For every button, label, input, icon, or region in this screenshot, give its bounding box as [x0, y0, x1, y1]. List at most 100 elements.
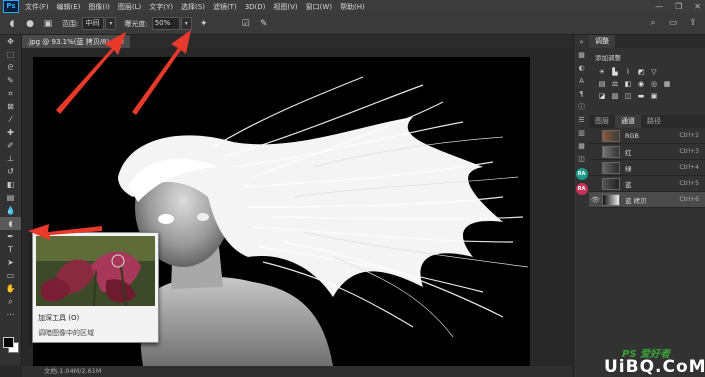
- channel-thumbnail: [602, 129, 620, 142]
- channel-row[interactable]: 红 Ctrl+3: [589, 144, 705, 160]
- history-icon[interactable]: ▦: [574, 48, 589, 61]
- collapse-icon[interactable]: »: [574, 35, 589, 48]
- chevron-down-icon[interactable]: ▾: [180, 17, 192, 30]
- shape-tool-icon[interactable]: ▭: [0, 269, 21, 282]
- channel-row[interactable]: 绿 Ctrl+4: [589, 160, 705, 176]
- exposure-icon[interactable]: ◩: [636, 67, 646, 77]
- menu-window[interactable]: 窗口(W): [302, 2, 336, 12]
- tab-layers[interactable]: 图层: [589, 115, 615, 128]
- crop-tool-icon[interactable]: ⌗: [0, 87, 21, 100]
- channel-row[interactable]: 蓝 Ctrl+5: [589, 176, 705, 192]
- menu-select[interactable]: 选择(S): [177, 2, 209, 12]
- menu-layer[interactable]: 图层(L): [114, 2, 145, 12]
- plugin-badge-2[interactable]: RA: [575, 183, 588, 195]
- exposure-input[interactable]: 50%: [151, 17, 180, 30]
- path-select-tool-icon[interactable]: ➤: [0, 256, 21, 269]
- history-brush-tool-icon[interactable]: ↺: [0, 165, 21, 178]
- brush-settings-icon[interactable]: ▣: [42, 18, 54, 30]
- photo-filter-icon[interactable]: ◉: [636, 79, 646, 89]
- quick-select-tool-icon[interactable]: ✎: [0, 74, 21, 87]
- character-icon[interactable]: A: [574, 74, 589, 87]
- color-icon[interactable]: ◐: [574, 61, 589, 74]
- channel-row-selected[interactable]: 👁 蓝 拷贝 Ctrl+6: [589, 192, 705, 208]
- channel-name: RGB: [625, 131, 640, 140]
- adjustments-row-3: ◪ ▨ ◫ ▬ ▣: [589, 90, 705, 102]
- zoom-tool-icon[interactable]: ⌕: [0, 295, 21, 308]
- gradient-tool-icon[interactable]: ▤: [0, 191, 21, 204]
- swatches-icon[interactable]: ▦: [574, 139, 589, 152]
- foreground-color-swatch[interactable]: [3, 337, 14, 348]
- photoshop-logo: Ps: [3, 0, 19, 13]
- menu-filter[interactable]: 滤镜(T): [209, 2, 241, 12]
- vibrance-icon[interactable]: ▽: [649, 67, 659, 77]
- frame-tool-icon[interactable]: ⊠: [0, 100, 21, 113]
- more-tools-icon[interactable]: ⋯: [0, 308, 21, 321]
- channel-mixer-icon[interactable]: ◎: [649, 79, 659, 89]
- document-tab[interactable]: .jpg @ 93.1%(蓝 拷贝/8) * ×: [22, 35, 130, 48]
- hand-tool-icon[interactable]: ✋: [0, 282, 21, 295]
- black-white-icon[interactable]: ◧: [623, 79, 633, 89]
- eye-icon[interactable]: 👁: [591, 196, 600, 204]
- paragraph-icon[interactable]: ¶: [574, 87, 589, 100]
- marquee-tool-icon[interactable]: ⬚: [0, 48, 21, 61]
- range-select[interactable]: 中间: [82, 17, 105, 30]
- menu-image[interactable]: 图像(I): [84, 2, 114, 12]
- libraries-icon[interactable]: ▥: [574, 126, 589, 139]
- document-tab-title: .jpg @ 93.1%(蓝 拷贝/8) *: [27, 37, 115, 46]
- selective-color-icon[interactable]: ▣: [649, 91, 659, 101]
- type-tool-icon[interactable]: T: [0, 243, 21, 256]
- burn-tool-icon[interactable]: ◖: [6, 18, 18, 30]
- levels-icon[interactable]: ▙: [610, 67, 620, 77]
- eraser-tool-icon[interactable]: ◧: [0, 178, 21, 191]
- workspace-icon[interactable]: ▭: [667, 17, 679, 29]
- tab-channels[interactable]: 通道: [615, 115, 641, 128]
- threshold-icon[interactable]: ◫: [623, 91, 633, 101]
- healing-brush-tool-icon[interactable]: ✚: [0, 126, 21, 139]
- posterize-icon[interactable]: ▨: [610, 91, 620, 101]
- hue-saturation-icon[interactable]: ▤: [597, 79, 607, 89]
- blur-tool-icon[interactable]: 💧: [0, 204, 21, 217]
- pressure-icon[interactable]: ✎: [258, 18, 270, 30]
- channel-thumbnail: [602, 145, 620, 158]
- color-lookup-icon[interactable]: ▦: [662, 79, 672, 89]
- watermark-bottom: UiBQ.CoM: [604, 357, 705, 377]
- menu-3d[interactable]: 3D(D): [241, 3, 270, 11]
- menu-view[interactable]: 视图(V): [269, 2, 301, 12]
- plugin-badge-1[interactable]: RA: [575, 168, 588, 180]
- burn-tool-icon[interactable]: ◖: [0, 217, 21, 230]
- lasso-tool-icon[interactable]: ᘓ: [0, 61, 21, 74]
- maximize-button[interactable]: ❐: [675, 0, 682, 13]
- color-balance-icon[interactable]: ⚖: [610, 79, 620, 89]
- move-tool-icon[interactable]: ✥: [0, 35, 21, 48]
- info-icon[interactable]: ⓘ: [574, 100, 589, 113]
- share-icon[interactable]: ⇪: [687, 17, 699, 29]
- tab-paths[interactable]: 路径: [641, 115, 667, 128]
- tab-adjustments[interactable]: 调整: [589, 35, 615, 48]
- brush-tool-icon[interactable]: ✐: [0, 139, 21, 152]
- curves-icon[interactable]: ⌇: [623, 67, 633, 77]
- invert-icon[interactable]: ◪: [597, 91, 607, 101]
- close-icon[interactable]: ×: [119, 38, 125, 46]
- close-window-button[interactable]: ✕: [694, 0, 701, 13]
- search-icon[interactable]: ⌕: [647, 17, 659, 29]
- menu-type[interactable]: 文字(Y): [145, 2, 177, 12]
- menu-help[interactable]: 帮助(H): [336, 2, 369, 12]
- brightness-contrast-icon[interactable]: ☀: [597, 67, 607, 77]
- stamp-tool-icon[interactable]: ⊥: [0, 152, 21, 165]
- minimize-button[interactable]: —: [655, 0, 663, 13]
- chevron-down-icon[interactable]: ▾: [105, 17, 117, 30]
- airbrush-icon[interactable]: ✦: [198, 18, 210, 30]
- properties-icon[interactable]: ☰: [574, 113, 589, 126]
- channel-name: 蓝 拷贝: [625, 196, 647, 205]
- brush-preset-icon[interactable]: ●: [24, 18, 36, 30]
- menu-file[interactable]: 文件(F): [21, 2, 53, 12]
- channel-row[interactable]: RGB Ctrl+2: [589, 128, 705, 144]
- adjustments-tabs: 调整: [589, 35, 705, 48]
- pen-tool-icon[interactable]: ✒: [0, 230, 21, 243]
- eyedropper-tool-icon[interactable]: ⁄: [0, 113, 21, 126]
- tooltip-preview-image: [36, 236, 155, 306]
- menu-edit[interactable]: 编辑(E): [53, 2, 85, 12]
- protect-tones-icon[interactable]: ☑: [240, 18, 252, 30]
- styles-icon[interactable]: ◫: [574, 152, 589, 165]
- gradient-map-icon[interactable]: ▬: [636, 91, 646, 101]
